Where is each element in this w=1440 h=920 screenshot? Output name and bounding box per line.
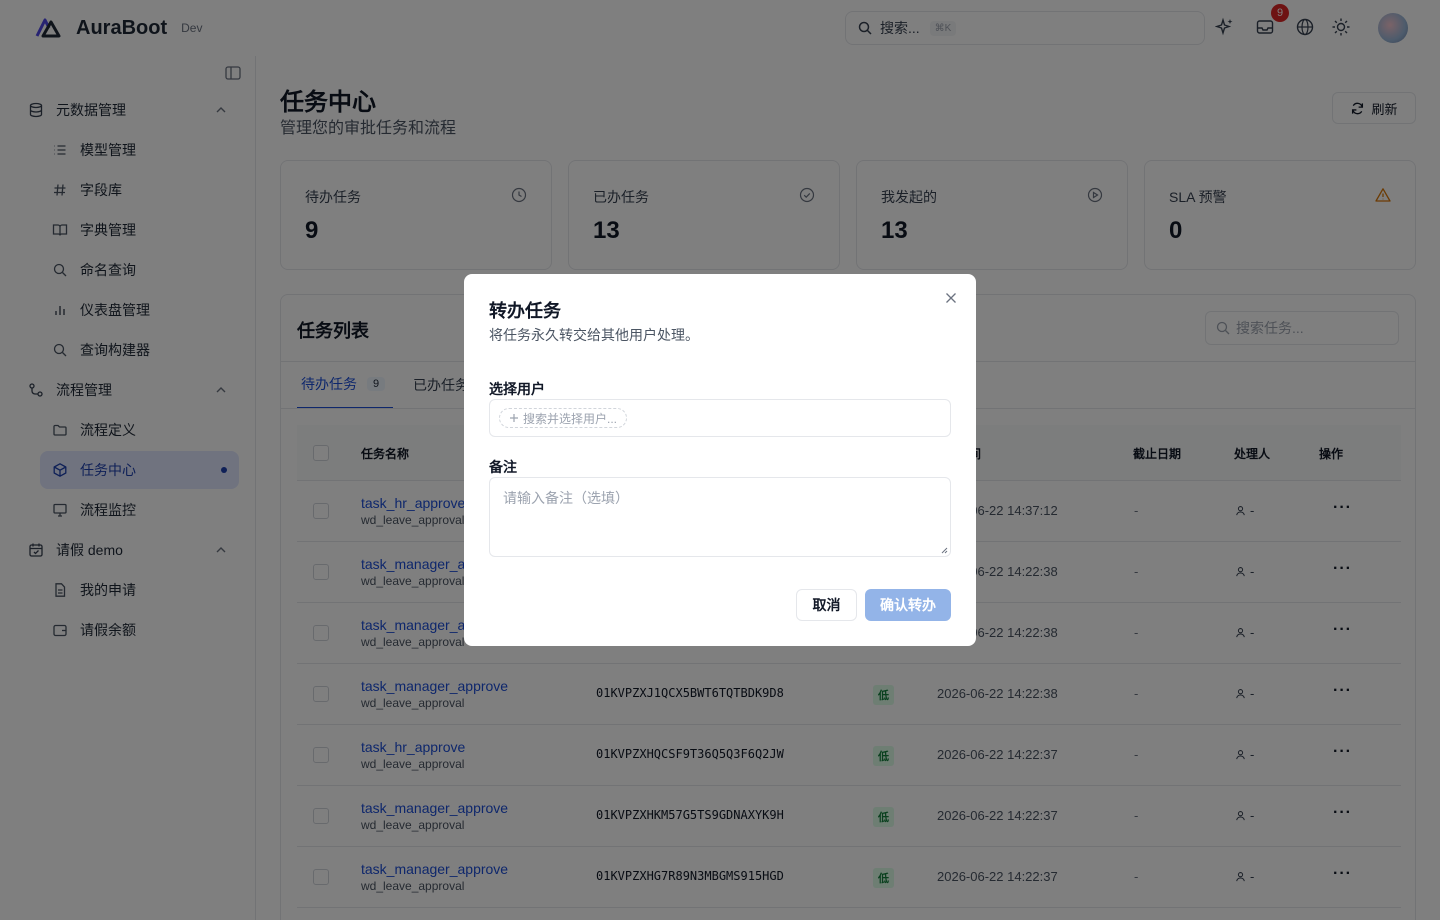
note-textarea[interactable]: 请输入备注（选填） bbox=[489, 477, 951, 557]
add-user-chip[interactable]: 搜索并选择用户... bbox=[499, 408, 628, 428]
note-placeholder: 请输入备注（选填） bbox=[503, 490, 629, 506]
user-field-label: 选择用户 bbox=[489, 381, 545, 397]
transfer-task-dialog: 转办任务 将任务永久转交给其他用户处理。 选择用户 搜索并选择用户... 备注 … bbox=[464, 274, 976, 646]
user-select-field[interactable]: 搜索并选择用户... bbox=[489, 399, 951, 437]
dialog-description: 将任务永久转交给其他用户处理。 bbox=[489, 327, 699, 343]
cancel-button[interactable]: 取消 bbox=[796, 589, 857, 621]
confirm-transfer-button[interactable]: 确认转办 bbox=[865, 589, 951, 621]
dialog-title: 转办任务 bbox=[489, 301, 561, 321]
resize-grip-icon[interactable] bbox=[940, 546, 948, 554]
plus-icon bbox=[510, 414, 518, 422]
note-field-label: 备注 bbox=[489, 459, 517, 475]
user-select-placeholder: 搜索并选择用户... bbox=[523, 411, 618, 426]
close-icon[interactable] bbox=[945, 292, 957, 304]
